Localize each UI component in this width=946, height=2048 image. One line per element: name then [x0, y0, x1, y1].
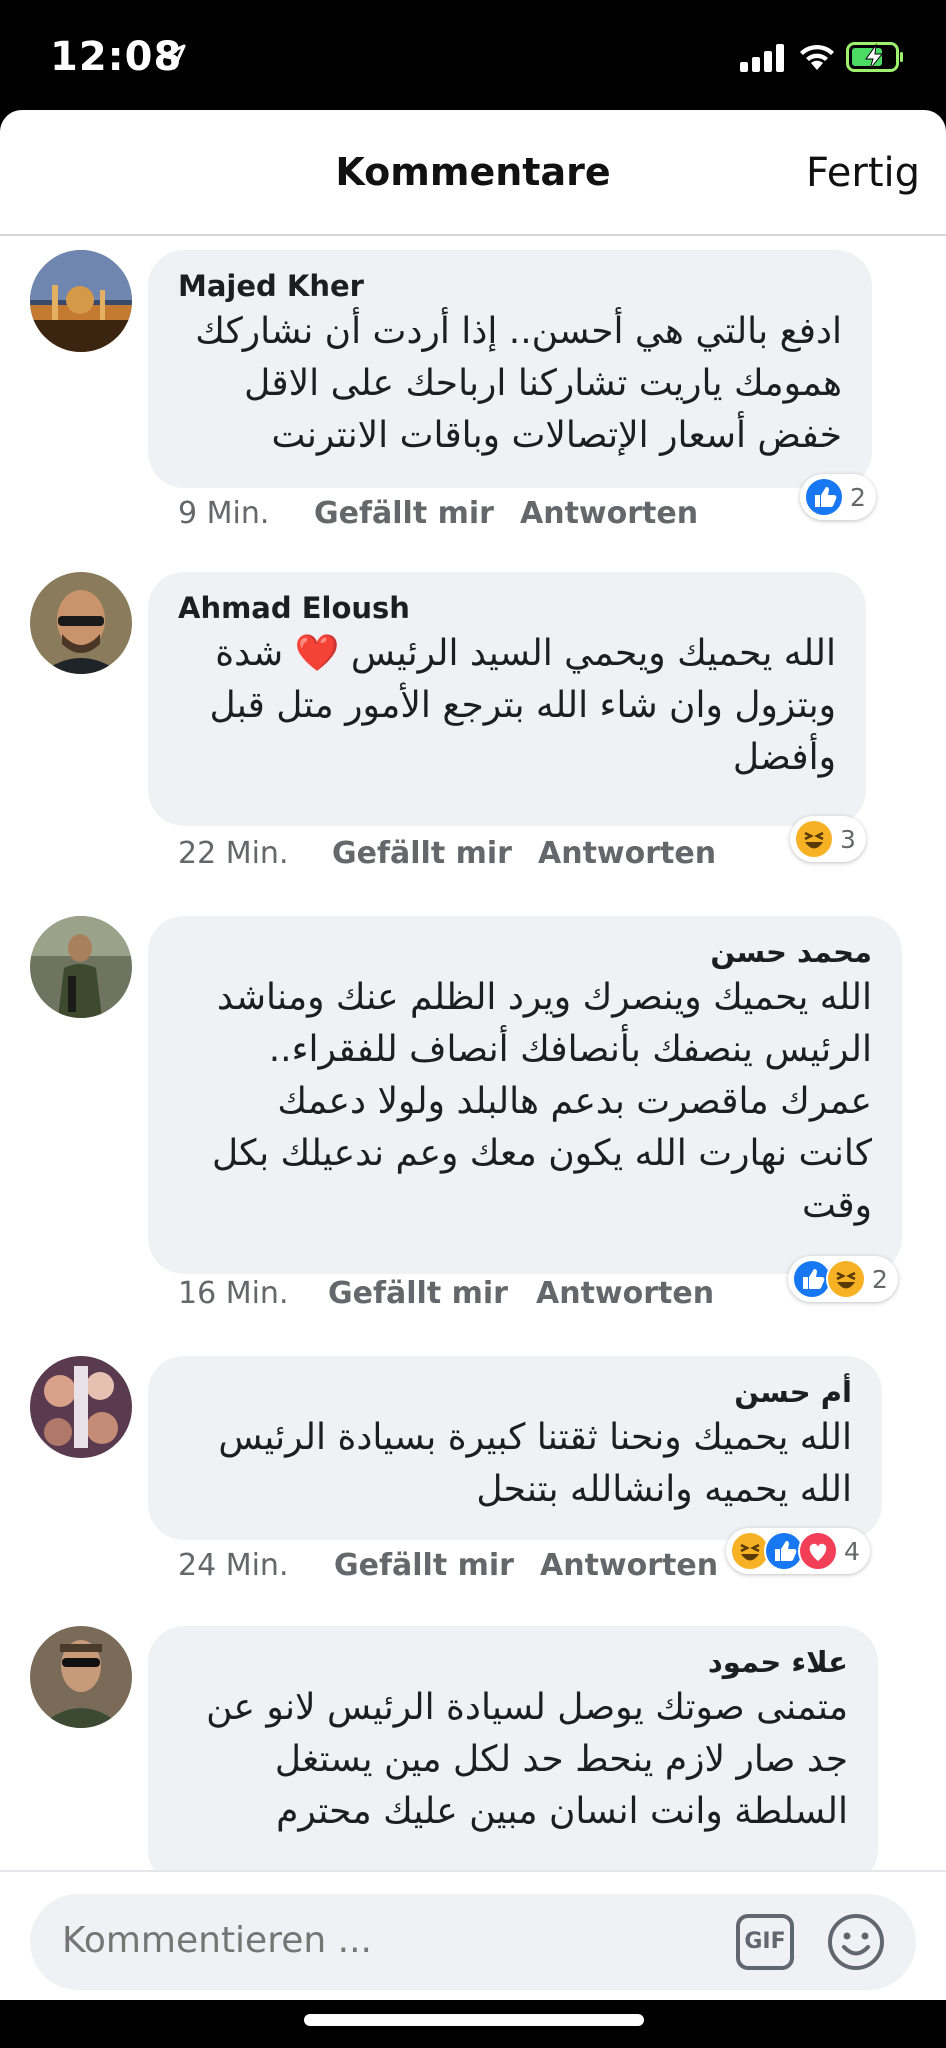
comment-text-line: ادفع بالتي هي أحسن.. إذا أردت أن نشاركك	[195, 311, 842, 352]
reaction-count: 4	[844, 1536, 860, 1566]
love-reaction-icon	[798, 1531, 838, 1571]
comment-actions: 22 Min. Gefällt mir Antworten	[178, 836, 716, 871]
reaction-summary[interactable]: 2	[788, 1256, 898, 1302]
comment-author[interactable]: محمد حسن	[178, 932, 872, 972]
comment-text-line: وأفضل	[732, 737, 836, 778]
reaction-summary[interactable]: 3	[790, 816, 866, 862]
like-reaction-icon	[804, 477, 844, 517]
composer-field: GIF	[30, 1894, 916, 1990]
comment-bubble[interactable]: أم حسن الله يحميك ونحنا ثقتنا كبيرة بسيا…	[148, 1356, 882, 1540]
comment-text-line: الله يحميه وانشالله بتنحل	[476, 1469, 852, 1510]
done-button[interactable]: Fertig	[806, 150, 920, 196]
comment-bubble[interactable]: Ahmad Eloush الله يحميك ويحمي السيد الرئ…	[148, 572, 866, 826]
comment-composer: GIF	[0, 1870, 946, 2000]
comment-time: 16 Min.	[178, 1276, 289, 1311]
haha-reaction-icon	[794, 819, 834, 859]
comment-text-line: الله يحميك ونحنا ثقتنا كبيرة بسيادة الرئ…	[218, 1417, 852, 1458]
status-bar: 12:08	[0, 0, 946, 110]
reaction-count: 2	[850, 482, 866, 512]
reply-button[interactable]: Antworten	[536, 1276, 714, 1311]
comment-bubble[interactable]: محمد حسن الله يحميك وينصرك ويرد الظلم عن…	[148, 916, 902, 1274]
reply-button[interactable]: Antworten	[538, 836, 716, 871]
comment-text-line: كانت نهارت الله يكون معك وعم ندعيلك بكل	[211, 1133, 872, 1174]
comment-text-line: الرئيس ينصفك بأنصافك أنصاف للفقراء..	[268, 1029, 872, 1070]
comment-time: 9 Min.	[178, 496, 270, 531]
like-button[interactable]: Gefällt mir	[314, 496, 494, 531]
reaction-count: 3	[840, 824, 856, 854]
comment-text-line: وبتزول وان شاء الله بترجع الأمور متل قبل	[209, 685, 836, 726]
comment-text-line: وقت	[802, 1185, 872, 1226]
like-button[interactable]: Gefällt mir	[332, 836, 512, 871]
comment-actions: 9 Min. Gefällt mir Antworten	[178, 496, 698, 531]
avatar[interactable]	[30, 250, 132, 352]
comment-text-line: الله يحميك ويحمي السيد الرئيس ❤️ شدة	[215, 633, 836, 674]
comment-input[interactable]	[62, 1920, 702, 1961]
avatar[interactable]	[30, 572, 132, 674]
comment-author[interactable]: Majed Kher	[178, 266, 842, 306]
sheet-header: Kommentare Fertig	[0, 110, 946, 236]
comment-text-line: متمنى صوتك يوصل لسيادة الرئيس لانو عن	[206, 1687, 848, 1728]
emoji-icon[interactable]	[824, 1910, 888, 1974]
comment-actions: 16 Min. Gefällt mir Antworten	[178, 1276, 714, 1311]
haha-reaction-icon	[826, 1259, 866, 1299]
reaction-summary[interactable]: 4	[726, 1528, 870, 1574]
comment-time: 24 Min.	[178, 1548, 289, 1583]
like-button[interactable]: Gefällt mir	[334, 1548, 514, 1583]
cellular-signal-icon	[740, 44, 784, 72]
comment-text-line: السلطة وانت انسان مبين عليك محترم	[276, 1791, 848, 1832]
comment-author[interactable]: علاء حمود	[178, 1642, 848, 1682]
like-button[interactable]: Gefällt mir	[328, 1276, 508, 1311]
avatar[interactable]	[30, 1626, 132, 1728]
page-title: Kommentare	[335, 150, 611, 194]
reply-button[interactable]: Antworten	[540, 1548, 718, 1583]
comment-bubble[interactable]: Majed Kher ادفع بالتي هي أحسن.. إذا أردت…	[148, 250, 872, 488]
comment-bubble[interactable]: علاء حمود متمنى صوتك يوصل لسيادة الرئيس …	[148, 1626, 878, 1886]
avatar[interactable]	[30, 916, 132, 1018]
comment-author[interactable]: Ahmad Eloush	[178, 588, 836, 628]
gif-button[interactable]: GIF	[736, 1914, 794, 1970]
battery-charging-icon	[846, 42, 903, 72]
comment-text-line: خفض أسعار الإتصالات وباقات الانترنت	[271, 415, 842, 456]
comment-time: 22 Min.	[178, 836, 289, 871]
reaction-count: 2	[872, 1264, 888, 1294]
comment-actions: 24 Min. Gefällt mir Antworten	[178, 1548, 718, 1583]
location-arrow-icon	[160, 44, 186, 70]
comment-text-line: عمرك ماقصرت بدعم هالبلد ولولا دعمك	[277, 1081, 872, 1122]
comment-text-line: الله يحميك وينصرك ويرد الظلم عنك ومناشد	[216, 977, 872, 1018]
reply-button[interactable]: Antworten	[520, 496, 698, 531]
comment-author[interactable]: أم حسن	[178, 1372, 852, 1412]
comment-text-line: همومك ياريت تشاركنا ارباحك على الاقل	[244, 363, 842, 404]
wifi-icon	[800, 44, 834, 70]
home-indicator[interactable]	[304, 2014, 644, 2026]
comments-sheet: Kommentare Fertig Majed Kher ادفع بالتي …	[0, 110, 946, 2000]
comment-text-line: جد صار لازم ينحط حد لكل مين يستغل	[274, 1739, 848, 1780]
reaction-summary[interactable]: 2	[800, 474, 876, 520]
avatar[interactable]	[30, 1356, 132, 1458]
